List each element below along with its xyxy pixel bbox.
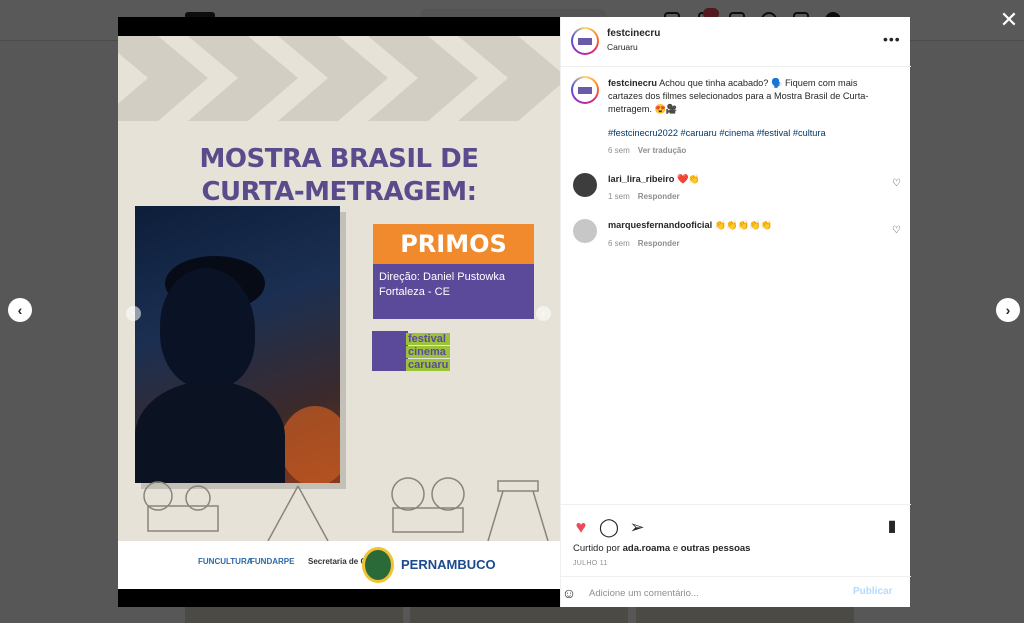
film-equipment-sketch bbox=[143, 477, 549, 541]
sponsor-logo: FUNDARPE bbox=[250, 557, 295, 566]
liked-others[interactable]: outras pessoas bbox=[681, 543, 751, 554]
heart-icon[interactable]: ♡ bbox=[892, 226, 902, 236]
state-name: PERNAMBUCO bbox=[401, 557, 496, 572]
close-icon[interactable]: ✕ bbox=[999, 9, 1019, 31]
festival-word: caruaru bbox=[406, 359, 451, 371]
caption-username[interactable]: festcinecru bbox=[608, 78, 657, 88]
film-still bbox=[135, 206, 340, 483]
reply-link[interactable]: Responder bbox=[638, 239, 680, 248]
post-actions: ♥ ◯ ➢ ▮ Curtido por ada.roama e outras p… bbox=[561, 504, 911, 607]
avatar[interactable] bbox=[571, 76, 599, 104]
comment-time: 6 sem bbox=[608, 239, 630, 248]
share-icon[interactable]: ➢ bbox=[626, 516, 648, 538]
comment-time: 1 sem bbox=[608, 192, 630, 201]
comment-icon[interactable]: ◯ bbox=[598, 516, 620, 538]
avatar[interactable] bbox=[571, 27, 599, 55]
chevron-right-icon[interactable]: › bbox=[536, 306, 551, 321]
comment: marquesfernandooficial 👏👏👏👏👏 bbox=[608, 220, 772, 231]
more-options-icon[interactable]: ••• bbox=[883, 32, 900, 49]
post-header: festcinecru Caruaru ••• bbox=[561, 17, 911, 67]
comment-bar: ☺ Publicar bbox=[561, 576, 911, 608]
festival-logo-mark bbox=[372, 331, 408, 371]
post-modal: MOSTRA BRASIL DE CURTA-METRAGEM: PRIMOS … bbox=[118, 17, 911, 607]
festival-logo: festival cinema caruaru bbox=[372, 331, 482, 375]
emoji-icon[interactable]: ☺ bbox=[561, 585, 577, 601]
chevron-right-icon[interactable]: › bbox=[996, 298, 1020, 322]
head-silhouette bbox=[160, 268, 255, 388]
body-silhouette bbox=[135, 381, 285, 483]
heart-icon[interactable]: ♥ bbox=[570, 516, 592, 538]
film-city: Fortaleza - CE bbox=[379, 286, 450, 298]
poster-title-line: CURTA-METRAGEM: bbox=[201, 177, 477, 207]
translate-link[interactable]: Ver tradução bbox=[638, 146, 686, 155]
liked-prefix: Curtido por bbox=[573, 543, 620, 554]
sponsor-logo: FUNCULTURA bbox=[198, 557, 253, 566]
caption-meta: 6 sem Ver tradução bbox=[608, 146, 686, 155]
heart-icon[interactable]: ♡ bbox=[892, 179, 902, 189]
avatar[interactable] bbox=[573, 173, 597, 197]
festival-poster: MOSTRA BRASIL DE CURTA-METRAGEM: PRIMOS … bbox=[118, 36, 560, 589]
post-side-panel: festcinecru Caruaru ••• festcinecru Acho… bbox=[560, 17, 911, 607]
poster-title-line: MOSTRA BRASIL DE bbox=[199, 144, 479, 174]
chevron-left-icon[interactable]: ‹ bbox=[8, 298, 32, 322]
comment-text: 👏👏👏👏👏 bbox=[714, 220, 772, 230]
state-coat-of-arms bbox=[362, 547, 394, 583]
chevron-left-icon[interactable]: ‹ bbox=[126, 306, 141, 321]
film-info-card: PRIMOS Direção: Daniel Pustowka Fortalez… bbox=[373, 224, 534, 319]
film-director: Direção: Daniel Pustowka bbox=[379, 271, 505, 283]
avatar[interactable] bbox=[573, 219, 597, 243]
liked-user[interactable]: ada.roama bbox=[623, 543, 671, 554]
comment-meta: 1 sem Responder bbox=[608, 192, 680, 201]
reply-link[interactable]: Responder bbox=[638, 192, 680, 201]
festival-logo-text: festival cinema caruaru bbox=[406, 333, 451, 372]
liked-and: e bbox=[672, 543, 679, 554]
comment-input[interactable] bbox=[589, 585, 839, 601]
post-media: MOSTRA BRASIL DE CURTA-METRAGEM: PRIMOS … bbox=[118, 17, 560, 607]
festival-word: festival bbox=[406, 333, 451, 345]
bookmark-icon[interactable]: ▮ bbox=[881, 516, 903, 538]
chevron-decoration bbox=[118, 36, 560, 121]
poster-title: MOSTRA BRASIL DE CURTA-METRAGEM: bbox=[118, 143, 560, 209]
sponsor-strip: FUNCULTURA FUNDARPE Secretaria de Cultur… bbox=[118, 541, 560, 589]
comment-username[interactable]: marquesfernandooficial bbox=[608, 220, 712, 230]
post-location[interactable]: Caruaru bbox=[607, 42, 638, 52]
festival-word: cinema bbox=[406, 346, 451, 358]
comment-username[interactable]: lari_lira_ribeiro bbox=[608, 174, 674, 184]
background-figure bbox=[280, 406, 340, 483]
comment-meta: 6 sem Responder bbox=[608, 239, 680, 248]
caption-time: 6 sem bbox=[608, 146, 630, 155]
hashtags[interactable]: #festcinecru2022 #caruaru #cinema #festi… bbox=[608, 128, 826, 138]
comment: lari_lira_ribeiro ❤️👏 bbox=[608, 174, 700, 185]
publish-button[interactable]: Publicar bbox=[853, 586, 892, 597]
film-title: PRIMOS bbox=[400, 230, 507, 258]
post-username[interactable]: festcinecru bbox=[607, 28, 660, 39]
post-caption: festcinecru Achou que tinha acabado? 🗣️ … bbox=[608, 77, 890, 116]
post-date[interactable]: JULHO 11 bbox=[573, 560, 608, 567]
liked-by: Curtido por ada.roama e outras pessoas bbox=[573, 543, 750, 554]
comment-text: ❤️👏 bbox=[676, 174, 700, 184]
